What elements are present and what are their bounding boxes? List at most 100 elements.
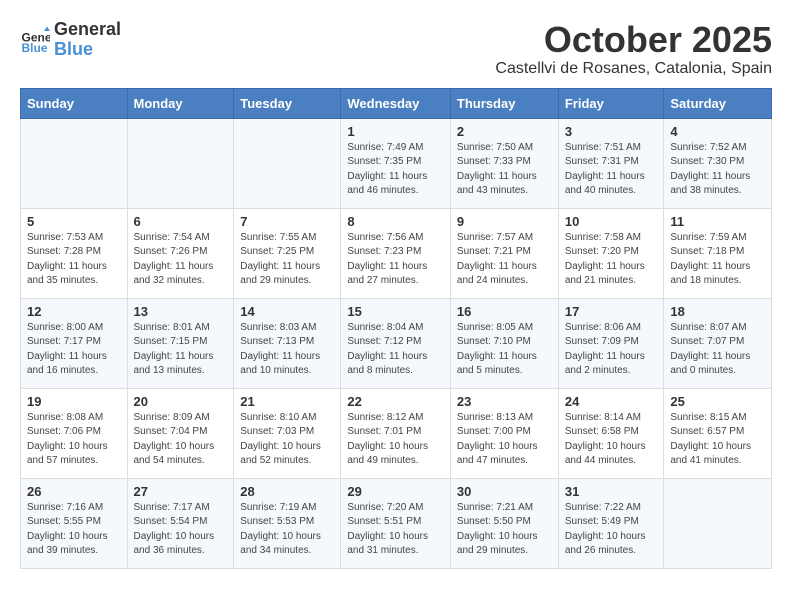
day-info: Sunrise: 8:08 AM Sunset: 7:06 PM Dayligh… <box>27 411 121 469</box>
calendar-cell <box>21 118 128 208</box>
month-title: October 2025 <box>495 20 772 60</box>
calendar-cell: 16Sunrise: 8:05 AM Sunset: 7:10 PM Dayli… <box>450 298 558 388</box>
day-number: 12 <box>27 304 121 319</box>
day-info: Sunrise: 7:55 AM Sunset: 7:25 PM Dayligh… <box>240 231 334 289</box>
calendar-week-row: 26 Sunrise: 7:16 AM Sunset: 5:55 PM Dayli… <box>21 478 772 568</box>
weekday-header-thursday: Thursday <box>450 88 558 118</box>
calendar-cell: 10Sunrise: 7:58 AM Sunset: 7:20 PM Dayli… <box>558 208 664 298</box>
day-info: Sunrise: 8:13 AM Sunset: 7:00 PM Dayligh… <box>457 411 552 469</box>
calendar-cell: 15Sunrise: 8:04 AM Sunset: 7:12 PM Dayli… <box>341 298 451 388</box>
day-info: Sunrise: 7:50 AM Sunset: 7:33 PM Dayligh… <box>457 141 552 199</box>
calendar-cell: 9 Sunrise: 7:57 AM Sunset: 7:21 PM Daylig… <box>450 208 558 298</box>
calendar-cell: 8 Sunrise: 7:56 AM Sunset: 7:23 PM Daylig… <box>341 208 451 298</box>
calendar-cell: 11Sunrise: 7:59 AM Sunset: 7:18 PM Dayli… <box>664 208 772 298</box>
day-number: 13 <box>134 304 228 319</box>
calendar-cell <box>664 478 772 568</box>
weekday-header-row: SundayMondayTuesdayWednesdayThursdayFrid… <box>21 88 772 118</box>
day-number: 31 <box>565 484 658 499</box>
page-header: General Blue General Blue October 2025 C… <box>20 20 772 78</box>
day-info: Sunrise: 7:19 AM Sunset: 5:53 PM Dayligh… <box>240 501 334 559</box>
calendar-cell: 12 Sunrise: 8:00 AM Sunset: 7:17 PM Dayli… <box>21 298 128 388</box>
calendar-cell: 5Sunrise: 7:53 AM Sunset: 7:28 PM Daylig… <box>21 208 128 298</box>
day-info: Sunrise: 8:03 AM Sunset: 7:13 PM Dayligh… <box>240 321 334 379</box>
day-number: 22 <box>347 394 444 409</box>
calendar-cell: 30 Sunrise: 7:21 AM Sunset: 5:50 PM Dayli… <box>450 478 558 568</box>
weekday-header-wednesday: Wednesday <box>341 88 451 118</box>
calendar-cell <box>234 118 341 208</box>
day-info: Sunrise: 8:06 AM Sunset: 7:09 PM Dayligh… <box>565 321 658 379</box>
calendar-cell: 18Sunrise: 8:07 AM Sunset: 7:07 PM Dayli… <box>664 298 772 388</box>
day-info: Sunrise: 7:49 AM Sunset: 7:35 PM Dayligh… <box>347 141 444 199</box>
calendar-cell: 17 Sunrise: 8:06 AM Sunset: 7:09 PM Dayli… <box>558 298 664 388</box>
calendar-cell: 31 Sunrise: 7:22 AM Sunset: 5:49 PM Dayli… <box>558 478 664 568</box>
day-number: 3 <box>565 124 658 139</box>
day-number: 4 <box>670 124 765 139</box>
day-number: 7 <box>240 214 334 229</box>
day-info: Sunrise: 8:14 AM Sunset: 6:58 PM Dayligh… <box>565 411 658 469</box>
calendar-cell: 14 Sunrise: 8:03 AM Sunset: 7:13 PM Dayli… <box>234 298 341 388</box>
calendar-cell: 28Sunrise: 7:19 AM Sunset: 5:53 PM Dayli… <box>234 478 341 568</box>
logo-text: General Blue <box>54 20 121 60</box>
calendar-cell: 22 Sunrise: 8:12 AM Sunset: 7:01 PM Dayli… <box>341 388 451 478</box>
calendar-cell: 6 Sunrise: 7:54 AM Sunset: 7:26 PM Daylig… <box>127 208 234 298</box>
day-info: Sunrise: 7:20 AM Sunset: 5:51 PM Dayligh… <box>347 501 444 559</box>
calendar-week-row: 1Sunrise: 7:49 AM Sunset: 7:35 PM Daylig… <box>21 118 772 208</box>
calendar-cell: 24Sunrise: 8:14 AM Sunset: 6:58 PM Dayli… <box>558 388 664 478</box>
calendar-cell: 2 Sunrise: 7:50 AM Sunset: 7:33 PM Daylig… <box>450 118 558 208</box>
svg-text:Blue: Blue <box>22 41 48 55</box>
day-info: Sunrise: 7:54 AM Sunset: 7:26 PM Dayligh… <box>134 231 228 289</box>
day-info: Sunrise: 7:17 AM Sunset: 5:54 PM Dayligh… <box>134 501 228 559</box>
calendar-cell: 25 Sunrise: 8:15 AM Sunset: 6:57 PM Dayli… <box>664 388 772 478</box>
location-title: Castellvi de Rosanes, Catalonia, Spain <box>495 60 772 78</box>
logo: General Blue General Blue <box>20 20 121 60</box>
day-info: Sunrise: 7:59 AM Sunset: 7:18 PM Dayligh… <box>670 231 765 289</box>
calendar-cell: 3 Sunrise: 7:51 AM Sunset: 7:31 PM Daylig… <box>558 118 664 208</box>
calendar-cell: 7 Sunrise: 7:55 AM Sunset: 7:25 PM Daylig… <box>234 208 341 298</box>
day-info: Sunrise: 7:56 AM Sunset: 7:23 PM Dayligh… <box>347 231 444 289</box>
day-number: 9 <box>457 214 552 229</box>
day-number: 8 <box>347 214 444 229</box>
day-number: 10 <box>565 214 658 229</box>
calendar-cell: 20 Sunrise: 8:09 AM Sunset: 7:04 PM Dayli… <box>127 388 234 478</box>
day-number: 19 <box>27 394 121 409</box>
weekday-header-tuesday: Tuesday <box>234 88 341 118</box>
calendar-cell: 21 Sunrise: 8:10 AM Sunset: 7:03 PM Dayli… <box>234 388 341 478</box>
day-info: Sunrise: 8:09 AM Sunset: 7:04 PM Dayligh… <box>134 411 228 469</box>
day-number: 20 <box>134 394 228 409</box>
day-info: Sunrise: 7:51 AM Sunset: 7:31 PM Dayligh… <box>565 141 658 199</box>
calendar-cell: 23 Sunrise: 8:13 AM Sunset: 7:00 PM Dayli… <box>450 388 558 478</box>
day-info: Sunrise: 7:16 AM Sunset: 5:55 PM Dayligh… <box>27 501 121 559</box>
day-info: Sunrise: 7:52 AM Sunset: 7:30 PM Dayligh… <box>670 141 765 199</box>
calendar-cell: 29Sunrise: 7:20 AM Sunset: 5:51 PM Dayli… <box>341 478 451 568</box>
day-number: 23 <box>457 394 552 409</box>
calendar-cell: 27 Sunrise: 7:17 AM Sunset: 5:54 PM Dayli… <box>127 478 234 568</box>
calendar-week-row: 5Sunrise: 7:53 AM Sunset: 7:28 PM Daylig… <box>21 208 772 298</box>
day-info: Sunrise: 8:00 AM Sunset: 7:17 PM Dayligh… <box>27 321 121 379</box>
day-number: 27 <box>134 484 228 499</box>
day-info: Sunrise: 8:10 AM Sunset: 7:03 PM Dayligh… <box>240 411 334 469</box>
day-number: 2 <box>457 124 552 139</box>
day-info: Sunrise: 8:07 AM Sunset: 7:07 PM Dayligh… <box>670 321 765 379</box>
day-info: Sunrise: 8:04 AM Sunset: 7:12 PM Dayligh… <box>347 321 444 379</box>
day-info: Sunrise: 7:21 AM Sunset: 5:50 PM Dayligh… <box>457 501 552 559</box>
day-number: 30 <box>457 484 552 499</box>
day-info: Sunrise: 8:12 AM Sunset: 7:01 PM Dayligh… <box>347 411 444 469</box>
day-info: Sunrise: 8:01 AM Sunset: 7:15 PM Dayligh… <box>134 321 228 379</box>
day-number: 6 <box>134 214 228 229</box>
day-number: 25 <box>670 394 765 409</box>
calendar-cell <box>127 118 234 208</box>
weekday-header-friday: Friday <box>558 88 664 118</box>
day-number: 26 <box>27 484 121 499</box>
day-number: 17 <box>565 304 658 319</box>
calendar-week-row: 19 Sunrise: 8:08 AM Sunset: 7:06 PM Dayli… <box>21 388 772 478</box>
calendar-cell: 19 Sunrise: 8:08 AM Sunset: 7:06 PM Dayli… <box>21 388 128 478</box>
day-info: Sunrise: 7:57 AM Sunset: 7:21 PM Dayligh… <box>457 231 552 289</box>
day-info: Sunrise: 7:22 AM Sunset: 5:49 PM Dayligh… <box>565 501 658 559</box>
calendar-week-row: 12 Sunrise: 8:00 AM Sunset: 7:17 PM Dayli… <box>21 298 772 388</box>
day-number: 16 <box>457 304 552 319</box>
day-info: Sunrise: 8:15 AM Sunset: 6:57 PM Dayligh… <box>670 411 765 469</box>
day-number: 21 <box>240 394 334 409</box>
day-number: 5 <box>27 214 121 229</box>
day-number: 14 <box>240 304 334 319</box>
calendar-cell: 13 Sunrise: 8:01 AM Sunset: 7:15 PM Dayli… <box>127 298 234 388</box>
